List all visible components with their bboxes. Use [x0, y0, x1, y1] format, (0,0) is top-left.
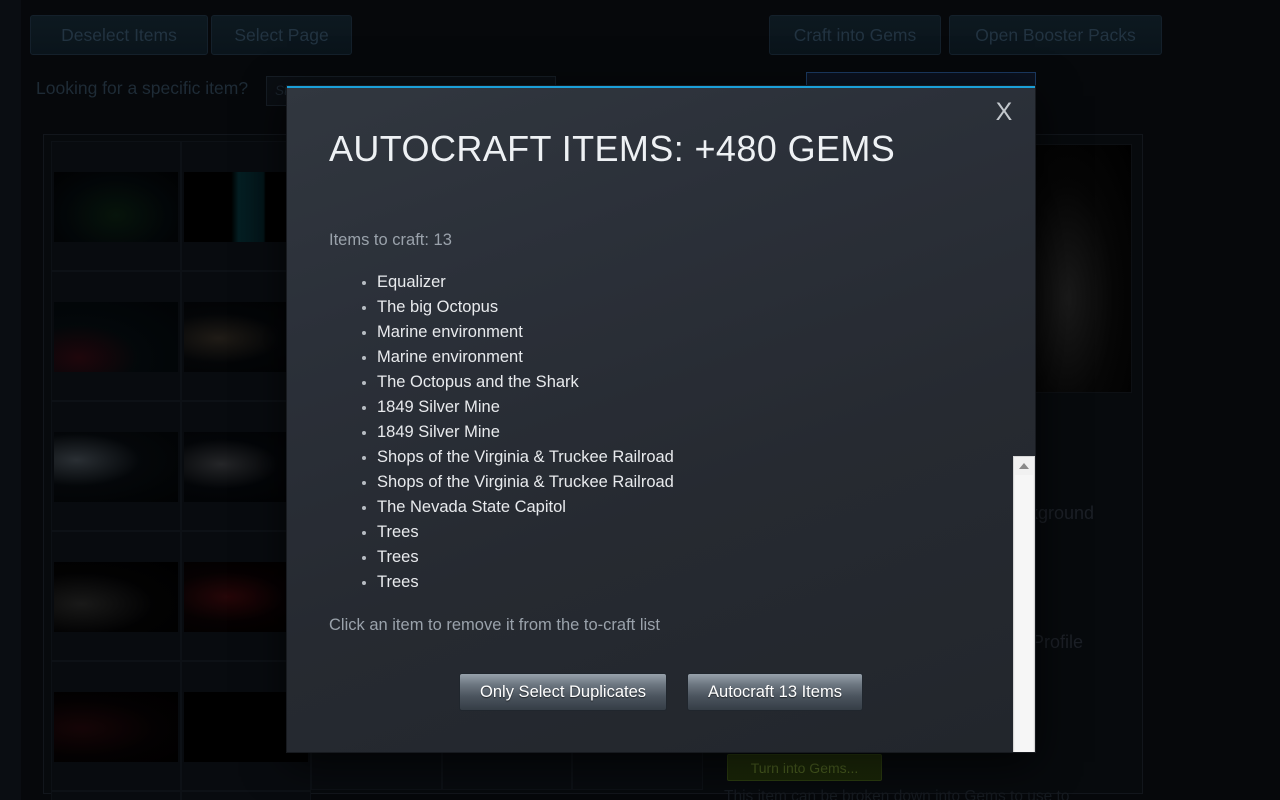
- craft-list-item[interactable]: Equalizer: [329, 270, 949, 295]
- craft-list-item[interactable]: 1849 Silver Mine: [329, 420, 949, 445]
- craft-item-list: Equalizer The big Octopus Marine environme…: [329, 270, 949, 596]
- inventory-cell[interactable]: [51, 791, 181, 800]
- craft-list-item[interactable]: The big Octopus: [329, 295, 949, 320]
- item-thumbnail: [54, 562, 178, 632]
- craft-list-item[interactable]: Shops of the Virginia & Truckee Railroad: [329, 445, 949, 470]
- inventory-cell[interactable]: [51, 141, 181, 271]
- craft-list-item[interactable]: The Nevada State Capitol: [329, 495, 949, 520]
- item-detail-image: [1020, 144, 1132, 393]
- craft-list-item[interactable]: Trees: [329, 570, 949, 595]
- craft-list-item[interactable]: Trees: [329, 545, 949, 570]
- page-side-strip: [0, 0, 21, 800]
- turn-into-gems-button[interactable]: Turn into Gems...: [727, 754, 882, 781]
- item-thumbnail: [54, 432, 178, 502]
- scroll-up-arrow-icon[interactable]: [1014, 457, 1034, 474]
- craft-list-item[interactable]: Trees: [329, 520, 949, 545]
- inventory-cell[interactable]: [51, 271, 181, 401]
- search-label: Looking for a specific item?: [36, 78, 249, 98]
- close-icon[interactable]: X: [987, 95, 1021, 129]
- app-root: Deselect Items Select Page Craft into Ge…: [0, 0, 1280, 800]
- inventory-cell[interactable]: [51, 531, 181, 661]
- items-to-craft-count: Items to craft: 13: [329, 231, 452, 249]
- autocraft-items-button[interactable]: Autocraft 13 Items: [687, 673, 863, 711]
- item-thumbnail: [54, 692, 178, 762]
- craft-list-item[interactable]: The Octopus and the Shark: [329, 370, 949, 395]
- modal-title: AUTOCRAFT ITEMS: +480 GEMS: [329, 128, 896, 169]
- inventory-toolbar: Deselect Items Select Page Craft into Ge…: [0, 0, 1280, 62]
- craft-list-item[interactable]: 1849 Silver Mine: [329, 395, 949, 420]
- only-select-duplicates-button[interactable]: Only Select Duplicates: [459, 673, 668, 711]
- deselect-items-button[interactable]: Deselect Items: [30, 15, 208, 55]
- inventory-cell[interactable]: [51, 401, 181, 531]
- craft-into-gems-button[interactable]: Craft into Gems: [769, 15, 941, 55]
- autocraft-modal: X AUTOCRAFT ITEMS: +480 GEMS Items to cr…: [287, 86, 1035, 752]
- item-thumbnail: [54, 172, 178, 242]
- gems-description-text: This item can be broken down into Gems t…: [724, 788, 1070, 800]
- select-page-button[interactable]: Select Page: [211, 15, 352, 55]
- inventory-cell[interactable]: [51, 661, 181, 791]
- craft-list-item[interactable]: Shops of the Virginia & Truckee Railroad: [329, 470, 949, 495]
- craft-list-container: Equalizer The big Octopus Marine environme…: [329, 270, 1035, 752]
- inventory-cell[interactable]: [181, 791, 311, 800]
- open-booster-packs-button[interactable]: Open Booster Packs: [949, 15, 1162, 55]
- craft-list-item[interactable]: Marine environment: [329, 320, 949, 345]
- modal-action-bar: Only Select Duplicates Autocraft 13 Item…: [287, 673, 1035, 711]
- craft-list-hint: Click an item to remove it from the to-c…: [329, 616, 661, 634]
- craft-list-item[interactable]: Marine environment: [329, 345, 949, 370]
- item-thumbnail: [54, 302, 178, 372]
